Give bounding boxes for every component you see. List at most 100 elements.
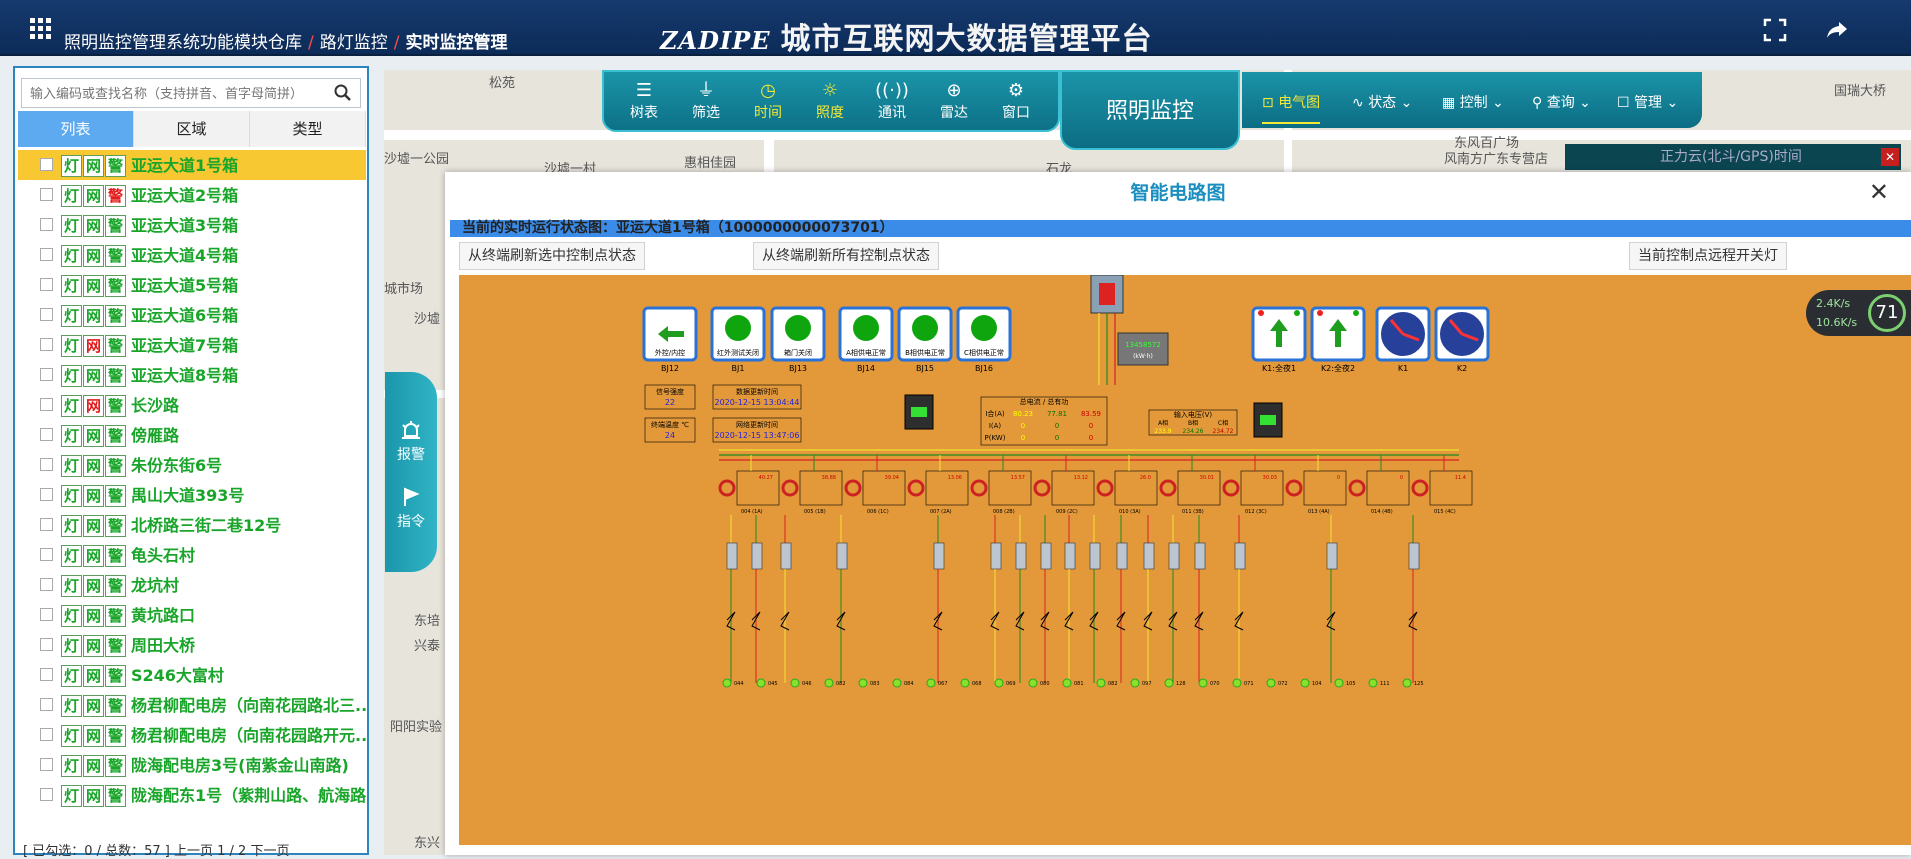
branch-id: 010 (3A)	[1119, 509, 1141, 515]
alarm-button[interactable]: 报警	[397, 420, 425, 464]
close-icon[interactable]: ✕	[1881, 148, 1899, 166]
list-item[interactable]: 灯网警周田大桥	[18, 630, 366, 660]
row-checkbox[interactable]	[40, 188, 53, 201]
row-checkbox[interactable]	[40, 278, 53, 291]
tab-type[interactable]: 类型	[250, 111, 366, 147]
row-checkbox[interactable]	[40, 308, 53, 321]
toolbar-5[interactable]: ⊕ 雷达	[928, 80, 980, 122]
alarm-label: 报警	[397, 447, 425, 463]
list-item[interactable]: 灯网警杨君柳配电房（向南花园路开元...	[18, 720, 366, 750]
list-item[interactable]: 灯网警亚运大道7号箱	[18, 330, 366, 360]
menu-label: 控制	[1459, 95, 1488, 111]
list-item[interactable]: 灯网警亚运大道3号箱	[18, 210, 366, 240]
list-item[interactable]: 灯网警亚运大道8号箱	[18, 360, 366, 390]
list-item[interactable]: 灯网警黄坑路口	[18, 600, 366, 630]
status-badge: 网	[83, 274, 104, 297]
list-item[interactable]: 灯网警龙坑村	[18, 570, 366, 600]
list-item[interactable]: 灯网警亚运大道1号箱	[18, 150, 366, 180]
toolbar-0[interactable]: ☰ 树表	[618, 80, 670, 122]
menu-query[interactable]: ⚲ 查询 ⌄	[1532, 92, 1591, 112]
tab-list[interactable]: 列表	[18, 111, 134, 147]
list-item[interactable]: 灯网警长沙路	[18, 390, 366, 420]
close-icon[interactable]: ✕	[1869, 178, 1889, 206]
row-checkbox[interactable]	[40, 758, 53, 771]
list-item[interactable]: 灯网警亚运大道4号箱	[18, 240, 366, 270]
map-toolbar: ☰ 树表 ⏚ 筛选 ◷ 时间 ☼ 照度 ((·)) 通讯 ⊕ 雷达 ⚙ 窗口	[602, 70, 1060, 132]
row-checkbox[interactable]	[40, 338, 53, 351]
share-icon[interactable]	[1824, 18, 1850, 42]
list-item[interactable]: 灯网警傍雁路	[18, 420, 366, 450]
tab-region[interactable]: 区域	[134, 111, 250, 147]
row-checkbox[interactable]	[40, 518, 53, 531]
list-item[interactable]: 灯网警 S246大富村	[18, 660, 366, 690]
row-checkbox[interactable]	[40, 698, 53, 711]
current-transformer	[907, 479, 925, 497]
row-checkbox[interactable]	[40, 608, 53, 621]
toolbar-3[interactable]: ☼ 照度	[804, 80, 856, 122]
status-badge: 网	[83, 454, 104, 477]
feeder-breaker	[990, 542, 1002, 570]
network-speed-widget[interactable]: 2.4K/s 10.6K/s 71	[1806, 290, 1911, 336]
row-checkbox[interactable]	[40, 578, 53, 591]
row-checkbox[interactable]	[40, 788, 53, 801]
crumb-system[interactable]: 照明监控管理系统功能模块仓库	[64, 33, 302, 53]
refresh-selected-button[interactable]: 从终端刷新选中控制点状态	[459, 242, 645, 270]
menu-electrical[interactable]: ⊡ 电气图	[1262, 92, 1321, 124]
lamp-id: 104	[1312, 681, 1322, 687]
list-item[interactable]: 灯网警陇海配电房3号(南紫金山南路)	[18, 750, 366, 780]
toolbar-label: 窗口	[1002, 105, 1030, 121]
row-checkbox[interactable]	[40, 668, 53, 681]
remote-switch-button[interactable]: 当前控制点远程开关灯	[1629, 242, 1787, 270]
toolbar-2[interactable]: ◷ 时间	[742, 80, 794, 122]
status-led	[1294, 310, 1300, 316]
list-item[interactable]: 灯网警北桥路三街二巷12号	[18, 510, 366, 540]
feeder-breaker	[780, 542, 792, 570]
row-checkbox[interactable]	[40, 728, 53, 741]
row-checkbox[interactable]	[40, 638, 53, 651]
list-item[interactable]: 灯网警杨君柳配电房（向南花园路北三...	[18, 690, 366, 720]
menu-control[interactable]: ▦ 控制 ⌄	[1442, 92, 1504, 112]
toolbar-1[interactable]: ⏚ 筛选	[680, 80, 732, 122]
toolbar-icon: ◷	[760, 80, 776, 101]
list-item[interactable]: 灯网警陇海配东1号（紫荆山路、航海路...	[18, 780, 366, 810]
energy-meter	[1117, 332, 1169, 366]
list-item[interactable]: 灯网警亚运大道6号箱	[18, 300, 366, 330]
crumb-streetlight[interactable]: 路灯监控	[320, 33, 388, 53]
list-item[interactable]: 灯网警龟头石村	[18, 540, 366, 570]
row-checkbox[interactable]	[40, 158, 53, 171]
menu-manage[interactable]: ☐ 管理 ⌄	[1617, 92, 1678, 112]
branch-id: 012 (3C)	[1245, 509, 1267, 515]
toolbar-6[interactable]: ⚙ 窗口	[990, 80, 1042, 122]
panel-label: BJ1	[732, 364, 745, 373]
branch-value: 13.12	[1074, 475, 1088, 481]
row-checkbox[interactable]	[40, 428, 53, 441]
row-checkbox[interactable]	[40, 248, 53, 261]
panel-label: K2	[1457, 364, 1467, 373]
feeder-breaker	[726, 542, 738, 570]
search-icon[interactable]	[334, 84, 352, 102]
station-name: 周田大桥	[131, 635, 196, 655]
branch-value: 11.4	[1455, 475, 1466, 481]
row-checkbox[interactable]	[40, 218, 53, 231]
station-name: 亚运大道7号箱	[131, 335, 239, 355]
fullscreen-icon[interactable]	[1762, 18, 1788, 42]
status-badge: 警	[105, 514, 126, 537]
list-item[interactable]: 灯网警亚运大道5号箱	[18, 270, 366, 300]
list-item[interactable]: 灯网警朱份东街6号	[18, 450, 366, 480]
command-label: 指令	[397, 514, 425, 530]
apps-grid-icon[interactable]	[30, 18, 52, 40]
search-input[interactable]	[22, 79, 322, 107]
row-checkbox[interactable]	[40, 458, 53, 471]
refresh-all-button[interactable]: 从终端刷新所有控制点状态	[753, 242, 939, 270]
row-checkbox[interactable]	[40, 398, 53, 411]
pagination[interactable]: [ 已勾选：0 / 总数：57 ] 上一页 1 / 2 下一页	[23, 840, 289, 859]
list-item[interactable]: 灯网警亚运大道2号箱	[18, 180, 366, 210]
row-checkbox[interactable]	[40, 368, 53, 381]
row-checkbox[interactable]	[40, 548, 53, 561]
row-checkbox[interactable]	[40, 488, 53, 501]
toolbar-4[interactable]: ((·)) 通讯	[866, 80, 918, 122]
menu-status[interactable]: ∿ 状态 ⌄	[1352, 92, 1412, 112]
status-badge: 灯	[61, 754, 82, 777]
list-item[interactable]: 灯网警禺山大道393号	[18, 480, 366, 510]
command-button[interactable]: 指令	[397, 487, 425, 531]
